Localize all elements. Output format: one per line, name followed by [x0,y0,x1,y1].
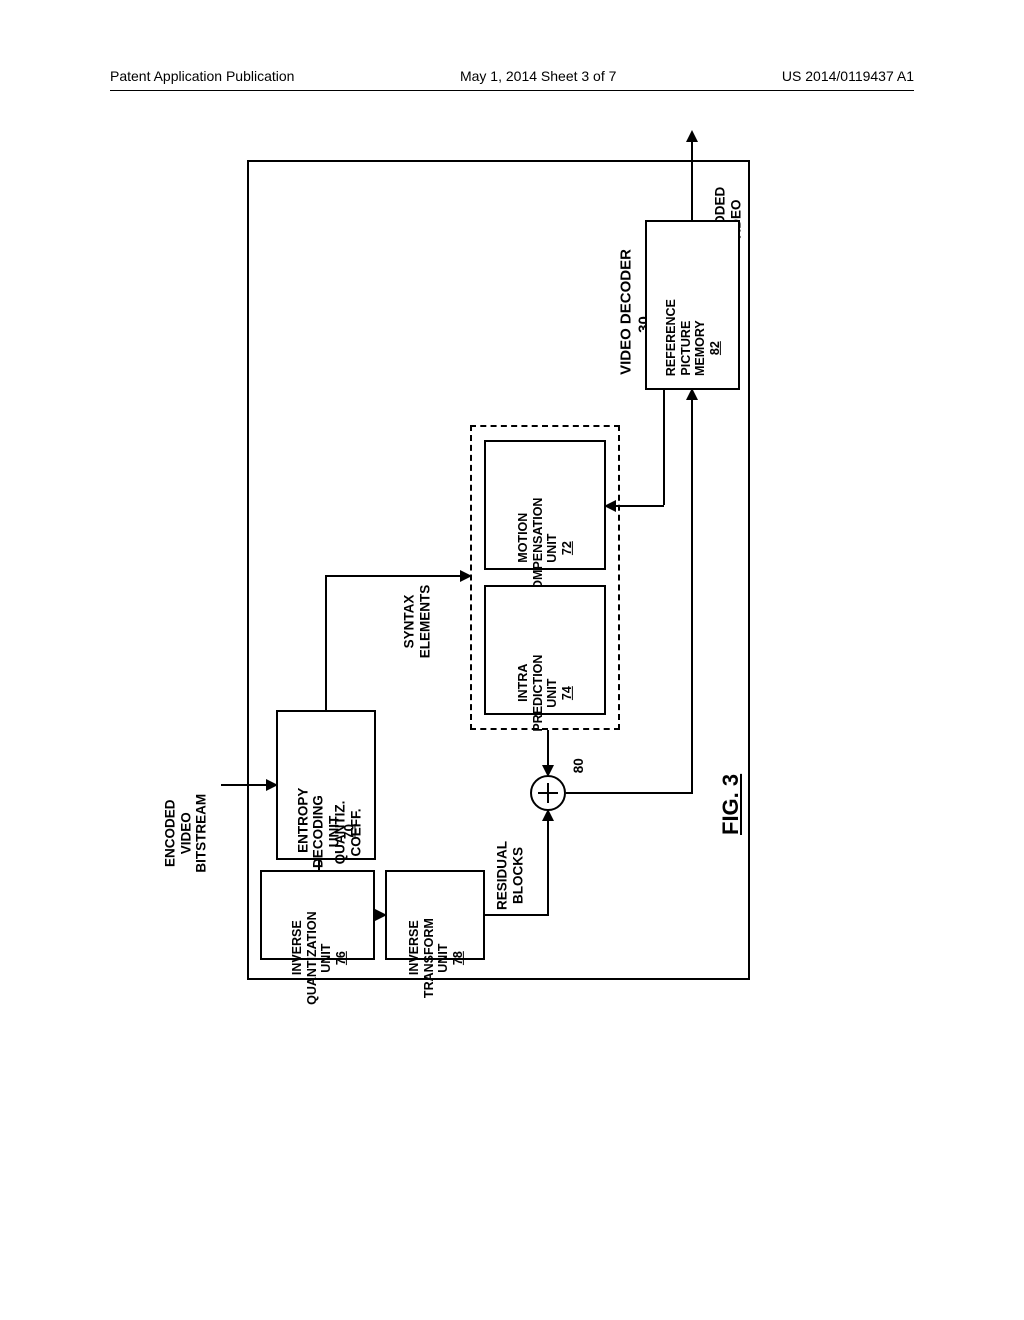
arrow-entropy-quant [318,860,320,870]
publication-number: US 2014/0119437 A1 [782,68,914,84]
summer-circle-icon [530,775,566,811]
page-header: Patent Application Publication May 1, 20… [0,68,1024,84]
arrow-summer-ref-h [566,792,691,794]
publication-type: Patent Application Publication [110,68,294,84]
arrow-pred-summer-head [542,765,554,777]
arrow-summer-ref-head [686,388,698,400]
arrow-entropy-syntax-v [325,575,327,710]
arrow-trans-residual-h [485,914,547,916]
arrow-trans-residual-v [547,811,549,916]
date-sheet: May 1, 2014 Sheet 3 of 7 [460,68,616,84]
inverse-quant-text: INVERSE QUANTIZATION UNIT 76 [276,903,362,1013]
intra-pred-text: INTRA PREDICTION UNIT 74 [502,623,588,763]
encoded-bitstream-label: ENCODED VIDEO BITSTREAM [163,763,210,903]
arrow-output-v [691,140,693,220]
arrow-ref-motion-head [604,500,616,512]
page-root: Patent Application Publication May 1, 20… [0,0,1024,1320]
arrow-ref-motion-v [663,390,665,505]
inverse-transform-text: INVERSE TRANSFORM UNIT 78 [393,903,479,1013]
arrow-summer-ref-v [691,390,693,794]
arrow-entropy-syntax-h [325,575,470,577]
header-rule [110,90,914,91]
syntax-elements-label: SYNTAX ELEMENTS [401,562,432,682]
quantiz-coeff-label: QUANTIZ. COEFF. [332,783,363,883]
video-decoder-diagram: VIDEO DECODER 30 ENCODED VIDEO BITSTREAM… [190,160,750,980]
arrow-entropy-syntax-head [460,570,472,582]
arrow-input-head [266,779,278,791]
arrow-trans-residual-head [542,809,554,821]
residual-blocks-label: RESIDUAL BLOCKS [494,826,525,926]
summer-ref: 80 [571,746,587,786]
arrow-quant-trans-head [375,909,387,921]
arrow-output-head [686,130,698,142]
